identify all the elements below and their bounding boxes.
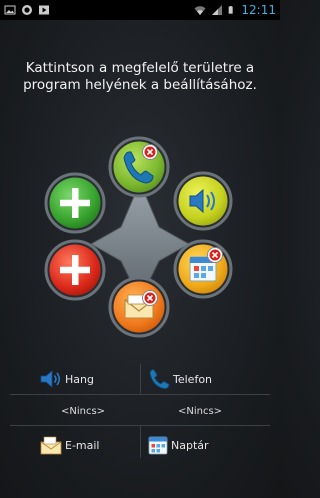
- volume-button[interactable]: [173, 171, 233, 231]
- naptar-slot[interactable]: Naptár: [148, 435, 209, 455]
- remove-phone-badge[interactable]: [142, 144, 158, 160]
- telefon-slot[interactable]: Telefon: [148, 368, 212, 390]
- add-red-button[interactable]: [44, 239, 106, 301]
- telefon-label: Telefon: [173, 372, 213, 386]
- speaker-icon: [40, 370, 61, 388]
- grid-divider: [140, 364, 141, 394]
- left-empty-slot[interactable]: <Nincs>: [23, 406, 143, 417]
- calendar-icon: [148, 436, 168, 455]
- naptar-label: Naptár: [171, 438, 209, 452]
- grid-divider: [10, 394, 270, 395]
- remove-email-badge[interactable]: [142, 290, 158, 306]
- assignment-grid: Hang Telefon <Nincs> <Nincs> E-mail Napt…: [10, 362, 270, 460]
- right-empty-slot[interactable]: <Nincs>: [140, 406, 260, 417]
- hang-slot[interactable]: Hang: [40, 369, 94, 389]
- phone-icon: [149, 369, 170, 389]
- grid-divider: [140, 426, 141, 458]
- email-slot[interactable]: E-mail: [40, 435, 100, 455]
- add-green-button[interactable]: [44, 172, 106, 234]
- email-button[interactable]: [108, 276, 170, 338]
- calendar-button[interactable]: [173, 239, 233, 299]
- phone-button[interactable]: [108, 136, 170, 198]
- email-label: E-mail: [65, 438, 100, 452]
- hang-label: Hang: [65, 372, 94, 386]
- remove-calendar-badge[interactable]: [207, 247, 223, 263]
- envelope-icon: [40, 436, 62, 455]
